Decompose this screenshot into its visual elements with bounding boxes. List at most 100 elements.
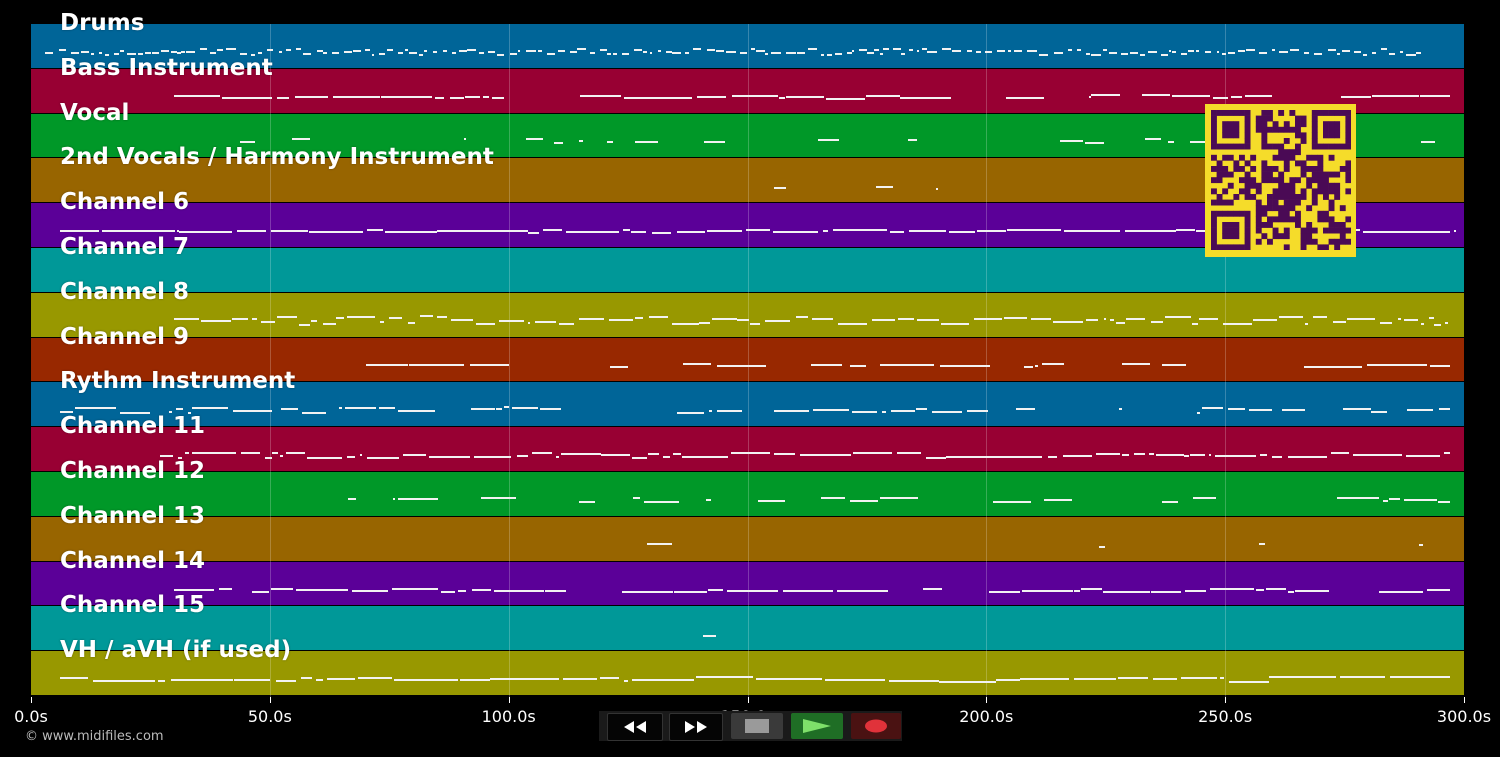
midi-note xyxy=(353,49,361,52)
midi-note xyxy=(217,49,224,52)
midi-note xyxy=(823,230,829,233)
midi-note xyxy=(1039,53,1048,56)
midi-note xyxy=(1252,318,1277,321)
midi-note xyxy=(475,323,495,326)
midi-note xyxy=(1304,366,1363,368)
midi-note xyxy=(1388,497,1400,500)
midi-note xyxy=(1027,50,1037,53)
midi-note xyxy=(716,50,724,53)
midi-note xyxy=(558,323,575,326)
record-icon xyxy=(865,719,887,733)
midi-note xyxy=(366,228,384,231)
qr-code-icon[interactable] xyxy=(1205,104,1356,257)
midi-note xyxy=(647,543,673,546)
midi-note xyxy=(174,588,214,591)
midi-note xyxy=(357,677,393,680)
midi-note xyxy=(996,50,1005,53)
stop-icon xyxy=(745,719,769,733)
midi-note xyxy=(458,590,467,593)
midi-note xyxy=(1184,454,1189,457)
axis-tick-label: 200.0s xyxy=(959,707,1014,726)
midi-note xyxy=(470,408,496,411)
midi-note xyxy=(275,680,296,683)
midi-note xyxy=(880,364,935,367)
midi-note xyxy=(610,365,629,368)
midi-note xyxy=(1363,53,1368,56)
midi-note xyxy=(771,52,782,55)
midi-note xyxy=(271,587,294,590)
midi-note xyxy=(1403,499,1438,502)
midi-note xyxy=(310,319,318,322)
midi-note xyxy=(345,407,376,410)
midi-note xyxy=(80,51,90,54)
midi-note xyxy=(1126,318,1146,321)
midi-note xyxy=(1121,453,1130,456)
midi-note xyxy=(1060,139,1083,142)
midi-note xyxy=(1444,321,1448,324)
transport-controls xyxy=(599,711,902,741)
midi-note xyxy=(1214,454,1257,457)
record-button[interactable] xyxy=(851,713,901,739)
rewind-button[interactable] xyxy=(607,713,663,741)
midi-note xyxy=(1006,228,1061,231)
midi-note xyxy=(852,50,855,53)
midi-note xyxy=(642,50,647,53)
midi-note xyxy=(74,407,116,410)
midi-note xyxy=(285,452,305,455)
midi-note xyxy=(323,322,336,325)
midi-note xyxy=(1020,677,1070,680)
play-button[interactable] xyxy=(791,713,843,739)
midi-note xyxy=(59,676,88,679)
midi-note xyxy=(893,48,901,51)
midi-note xyxy=(662,456,671,459)
midi-note xyxy=(233,678,271,681)
stop-button[interactable] xyxy=(731,713,783,739)
midi-note xyxy=(1171,51,1177,54)
midi-note xyxy=(371,53,375,56)
midi-note xyxy=(644,97,693,100)
midi-note xyxy=(657,49,662,52)
midi-note xyxy=(1139,53,1146,56)
midi-note xyxy=(1290,49,1300,52)
midi-note xyxy=(852,410,878,413)
midi-note xyxy=(1150,321,1164,324)
midi-note xyxy=(1141,94,1170,97)
midi-note xyxy=(509,53,517,56)
midi-note xyxy=(516,454,528,457)
midi-note xyxy=(1152,678,1177,681)
midi-note xyxy=(1202,406,1224,409)
midi-note xyxy=(544,590,567,593)
axis-tick xyxy=(1464,697,1465,703)
midi-note xyxy=(1336,53,1341,56)
midi-note xyxy=(867,51,874,54)
midi-note xyxy=(393,498,396,501)
midi-note xyxy=(750,48,756,51)
midi-note xyxy=(772,230,819,233)
midi-note xyxy=(1062,455,1092,457)
midi-note xyxy=(879,53,883,56)
axis-tick xyxy=(747,697,749,703)
midi-note xyxy=(1295,589,1329,592)
midi-note xyxy=(1110,318,1115,321)
midi-note xyxy=(251,318,257,321)
midi-note xyxy=(186,51,195,54)
fast-forward-button[interactable] xyxy=(669,713,723,741)
midi-note xyxy=(493,590,545,593)
midi-note xyxy=(1258,543,1266,546)
fast-forward-icon xyxy=(685,721,707,733)
midi-note xyxy=(1379,322,1393,325)
midi-note xyxy=(497,53,505,56)
track-label: Channel 13 xyxy=(60,502,206,529)
midi-note xyxy=(774,410,809,413)
midi-note xyxy=(991,455,1043,458)
midi-note xyxy=(260,320,275,323)
midi-note xyxy=(1381,48,1388,51)
midi-note xyxy=(1405,455,1440,458)
midi-note xyxy=(1327,48,1336,51)
midi-note xyxy=(531,451,553,454)
midi-note xyxy=(665,51,672,54)
midi-note xyxy=(539,408,561,411)
track-label: Channel 6 xyxy=(60,189,190,216)
midi-note xyxy=(773,186,787,189)
midi-note xyxy=(231,317,248,320)
